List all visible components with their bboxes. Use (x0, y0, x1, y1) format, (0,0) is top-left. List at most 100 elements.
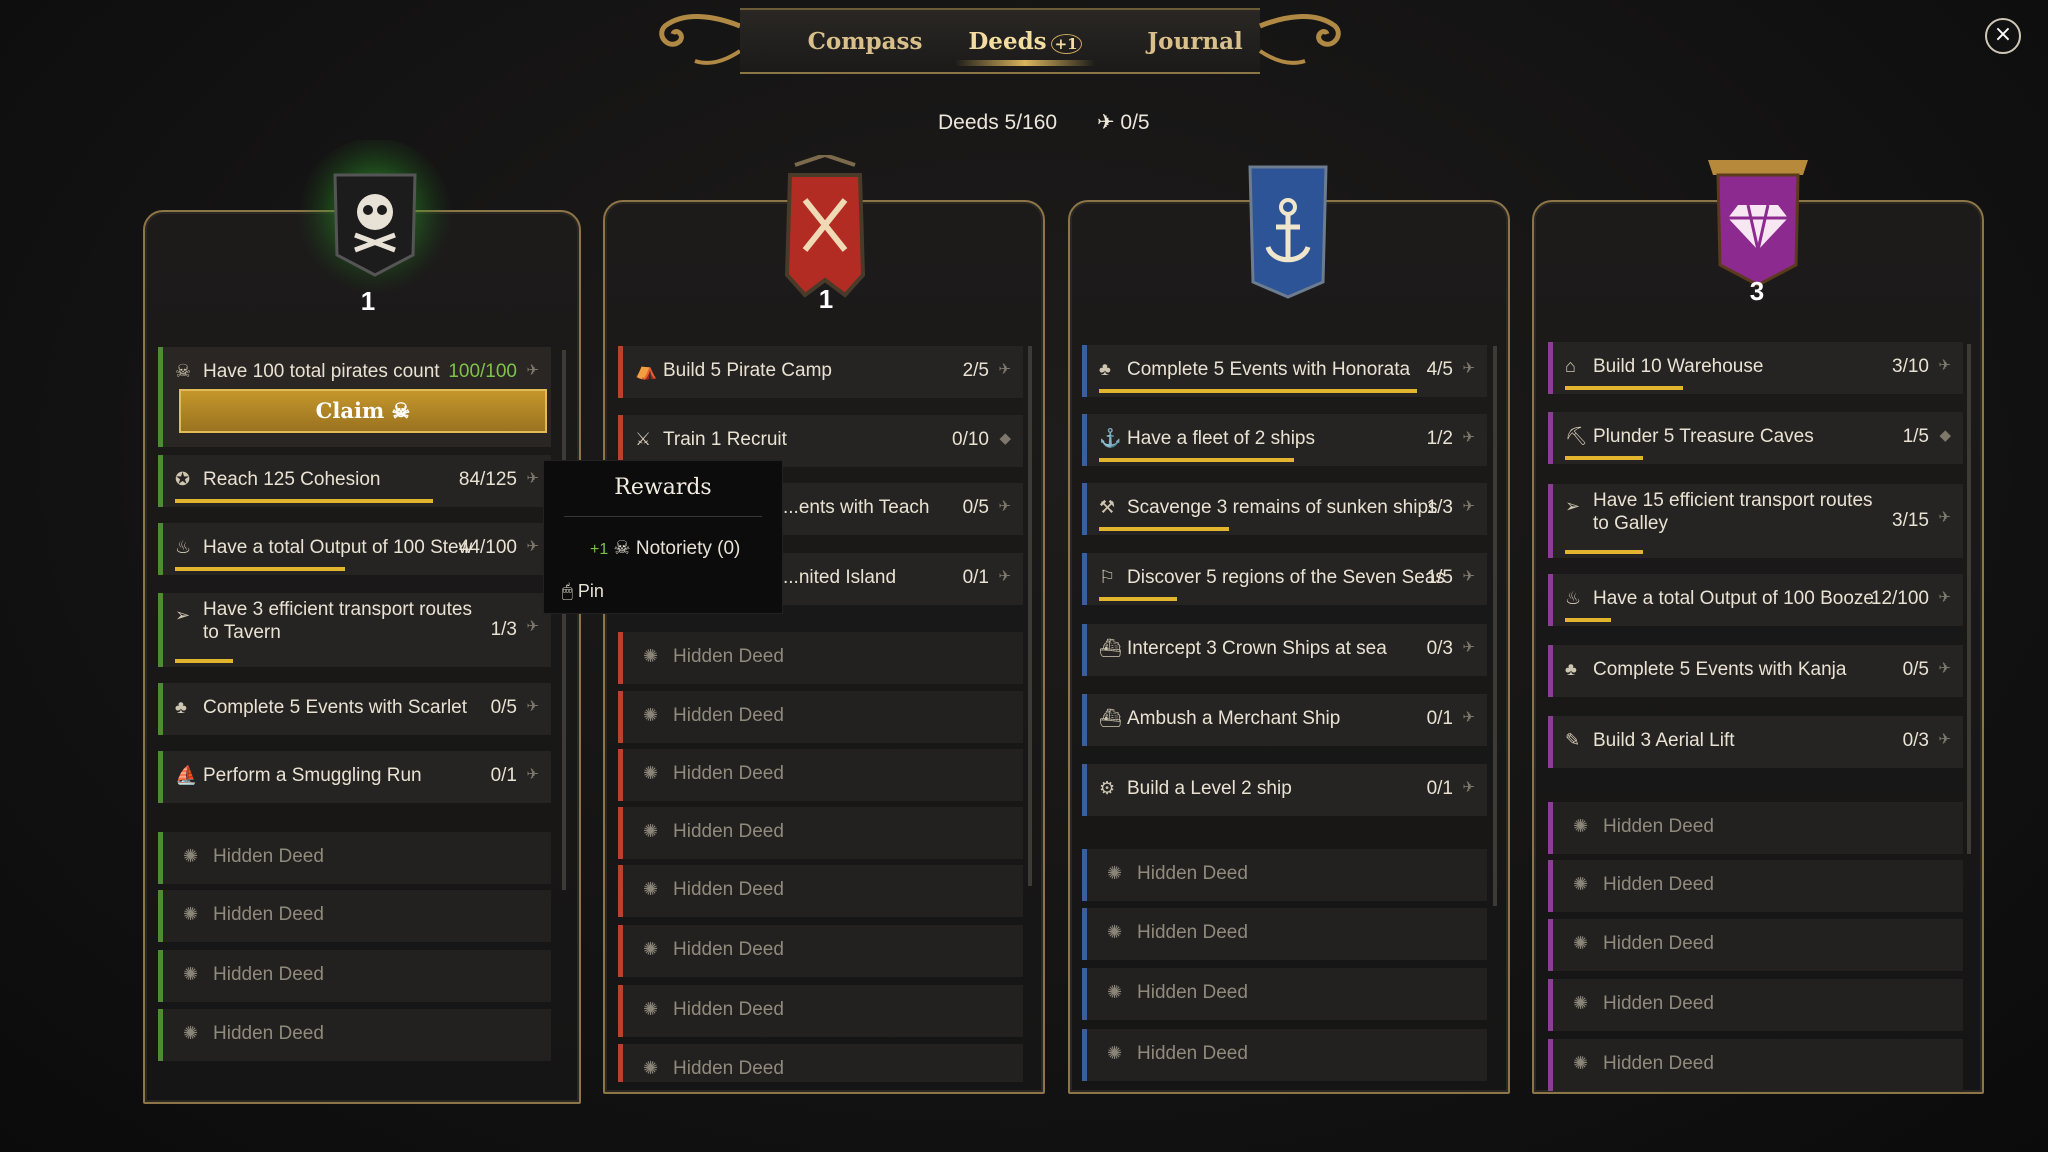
pin-icon[interactable]: ✈ (526, 617, 539, 635)
deed-row[interactable]: ⛴ Ambush a Merchant Ship 0/1 ✈ (1082, 694, 1487, 746)
pin-icon[interactable]: ✈ (526, 361, 539, 379)
deed-progress: 0/5 (962, 497, 989, 518)
pin-icon[interactable]: ✈ (1938, 356, 1951, 374)
deed-row[interactable]: ☠ Have 100 total pirates count 100/100 ✈… (158, 347, 551, 447)
deed-progress: 0/1 (1426, 778, 1453, 799)
progress-bar (1099, 458, 1294, 462)
deed-row[interactable]: ⛺ Build 5 Pirate Camp 2/5 ✈ (618, 346, 1023, 398)
pirate-camp-icon: ⛺ (635, 360, 658, 380)
deed-name: Hidden Deed (673, 821, 784, 842)
deed-name: Hidden Deed (673, 705, 784, 726)
deed-name: Hidden Deed (673, 763, 784, 784)
deed-progress: 4/5 (1426, 359, 1453, 380)
deed-progress: 3/10 (1892, 356, 1929, 377)
events-icon: ♣ (1099, 359, 1111, 379)
hidden-deed-row: ✺ Hidden Deed (618, 925, 1023, 977)
hidden-deed-icon: ✺ (643, 646, 659, 666)
faction-level-4: 3 (1749, 276, 1765, 306)
deed-row[interactable]: ♣ Complete 5 Events with Kanja 0/5 ✈ (1548, 645, 1963, 697)
pin-icon[interactable]: ✈ (1462, 638, 1475, 656)
deed-row[interactable]: ⚒ Scavenge 3 remains of sunken ships 1/3… (1082, 483, 1487, 535)
hidden-deed-icon: ✺ (183, 846, 199, 866)
deed-row[interactable]: ✎ Build 3 Aerial Lift 0/3 ✈ (1548, 716, 1963, 768)
deed-row[interactable]: ⛵ Perform a Smuggling Run 0/1 ✈ (158, 751, 551, 803)
scrollbar[interactable] (562, 350, 566, 890)
pin-icon[interactable]: ✈ (526, 765, 539, 783)
deed-row[interactable]: ♣ Complete 5 Events with Scarlet 0/5 ✈ (158, 683, 551, 735)
pin-icon[interactable]: ✈ (1462, 708, 1475, 726)
tab-compass[interactable]: Compass (780, 28, 950, 55)
hidden-deed-row: ✺ Hidden Deed (618, 865, 1023, 917)
tab-deeds[interactable]: Deeds +1 (945, 28, 1105, 55)
scrollbar[interactable] (1493, 346, 1497, 906)
pin-icon[interactable]: ✈ (1462, 567, 1475, 585)
pin-icon[interactable]: ✈ (1462, 778, 1475, 796)
hidden-deed-icon: ✺ (1107, 863, 1123, 883)
progress-bar (1099, 597, 1177, 601)
top-tab-bar: Compass Deeds +1 Journal (655, 0, 1345, 80)
pin-icon[interactable]: ✈ (1938, 588, 1951, 606)
pin-icon[interactable]: ✈ (1462, 497, 1475, 515)
progress-bar (1099, 389, 1417, 393)
deed-row[interactable]: ⚓ Have a fleet of 2 ships 1/2 ✈ (1082, 414, 1487, 466)
deed-row[interactable]: ⌂ Build 10 Warehouse 3/10 ✈ (1548, 342, 1963, 394)
deed-name: Have a total Output of 100 Booze (1593, 588, 1874, 609)
deed-name: Build 5 Pirate Camp (663, 360, 832, 381)
deed-progress: 1/3 (490, 619, 517, 640)
deed-row[interactable]: ♨ Have a total Output of 100 Booze 12/10… (1548, 574, 1963, 626)
rewards-tooltip: Rewards +1 ☠ Notoriety (0) 🖱 Pin (543, 460, 783, 614)
deed-progress: 0/5 (1902, 659, 1929, 680)
deed-name: Build a Level 2 ship (1127, 778, 1292, 799)
tooltip-pin-action[interactable]: 🖱 Pin (562, 581, 604, 602)
deed-row[interactable]: ⚙ Build a Level 2 ship 0/1 ✈ (1082, 764, 1487, 816)
reward-diamond-icon[interactable]: ◆ (1939, 426, 1951, 444)
reward-text: Notoriety (0) (635, 538, 741, 559)
deed-name: Hidden Deed (1137, 922, 1248, 943)
booze-icon: ♨ (1565, 588, 1582, 608)
progress-bar (175, 659, 233, 663)
deed-row[interactable]: ✪ Reach 125 Cohesion 84/125 ✈ (158, 455, 551, 507)
deed-row[interactable]: ⛴ Intercept 3 Crown Ships at sea 0/3 ✈ (1082, 624, 1487, 676)
deed-row[interactable]: ♣ Complete 5 Events with Honorata 4/5 ✈ (1082, 345, 1487, 397)
pin-icon[interactable]: ✈ (998, 567, 1011, 585)
deed-progress: 1/2 (1426, 428, 1453, 449)
pin-icon[interactable]: ✈ (1938, 659, 1951, 677)
deed-progress: 0/1 (1426, 708, 1453, 729)
pin-icon[interactable]: ✈ (526, 469, 539, 487)
scrollbar[interactable] (1967, 344, 1971, 854)
deed-row[interactable]: ⚐ Discover 5 regions of the Seven Seas 1… (1082, 553, 1487, 605)
pin-icon[interactable]: ✈ (1462, 428, 1475, 446)
deed-name: Complete 5 Events with Honorata (1127, 359, 1411, 380)
deed-row[interactable]: ➢ Have 15 efficient transport routes to … (1548, 484, 1963, 558)
hidden-deed-row: ✺ Hidden Deed (1082, 849, 1487, 901)
scrollbar[interactable] (1028, 346, 1032, 886)
pin-icon[interactable]: ✈ (526, 697, 539, 715)
deed-row[interactable]: ➢ Have 3 efficient transport routes to T… (158, 593, 551, 667)
reward-diamond-icon[interactable]: ◆ (999, 429, 1011, 447)
deed-name: Complete 5 Events with Scarlet (203, 697, 468, 718)
hidden-deed-icon: ✺ (643, 705, 659, 725)
deed-name: Have 100 total pirates count (203, 361, 440, 382)
deed-row[interactable]: ♨ Have a total Output of 100 Stew 44/100… (158, 523, 551, 575)
pin-icon[interactable]: ✈ (526, 537, 539, 555)
deed-name: Build 10 Warehouse (1593, 356, 1764, 377)
discover-icon: ⚐ (1099, 567, 1116, 587)
pin-icon[interactable]: ✈ (998, 497, 1011, 515)
hidden-deed-icon: ✺ (1107, 1043, 1123, 1063)
pin-icon: ✈ (1096, 111, 1115, 134)
tab-journal[interactable]: Journal (1110, 28, 1280, 55)
deed-name: Ambush a Merchant Ship (1127, 708, 1341, 729)
hidden-deed-icon: ✺ (183, 904, 199, 924)
claim-button[interactable]: Claim ☠ (179, 389, 547, 433)
pin-icon[interactable]: ✈ (1938, 508, 1951, 526)
close-button[interactable]: × (1985, 18, 2021, 54)
treasure-icon: ⛏ (1565, 426, 1588, 446)
deed-progress: 84/125 (458, 469, 517, 490)
fleet-icon: ⚓ (1099, 428, 1122, 448)
deed-row[interactable]: ⛏ Plunder 5 Treasure Caves 1/5 ◆ (1548, 412, 1963, 464)
pin-icon[interactable]: ✈ (1938, 730, 1951, 748)
deed-name: Intercept 3 Crown Ships at sea (1127, 638, 1387, 659)
deed-name: Hidden Deed (1603, 933, 1714, 954)
pin-icon[interactable]: ✈ (998, 360, 1011, 378)
pin-icon[interactable]: ✈ (1462, 359, 1475, 377)
